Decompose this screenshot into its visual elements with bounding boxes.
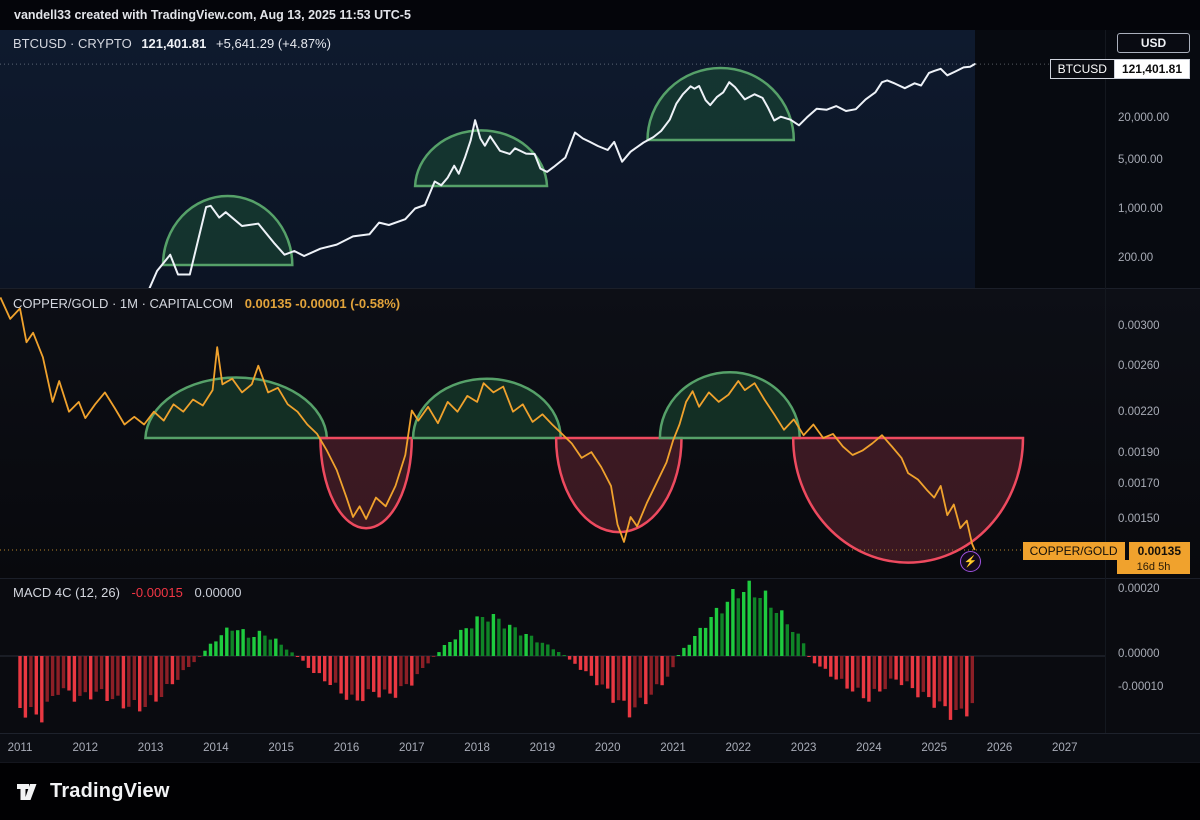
macd-title-label: MACD 4C (12, 26)	[13, 585, 120, 600]
btc-last-price: 121,401.81	[141, 36, 207, 51]
btc-last-price-label[interactable]: BTCUSD 121,401.81	[1049, 59, 1190, 79]
macd-histogram-canvas[interactable]	[0, 579, 1105, 734]
footer-bar: TradingView	[0, 762, 1200, 820]
time-axis-year-label: 2020	[594, 742, 621, 754]
copper-gold-label-value: 0.00135	[1128, 542, 1190, 560]
time-axis-year-label: 2015	[268, 742, 294, 754]
price-scale-tick: 0.00150	[1118, 512, 1160, 525]
time-axis-year-label: 2018	[464, 742, 490, 754]
time-axis-year-label: 2023	[790, 742, 817, 754]
time-axis-year-label: 2017	[399, 742, 425, 754]
price-scale-tick: 0.00260	[1118, 359, 1160, 372]
time-axis-year-label: 2025	[921, 742, 947, 754]
time-axis-year-label: 2024	[856, 742, 882, 754]
macd-pane: MACD 4C (12, 26) -0.00015 0.00000	[0, 578, 1200, 733]
watermark-attribution: vandell33 created with TradingView.com, …	[0, 0, 1200, 30]
time-axis-year-label: 2014	[203, 742, 229, 754]
time-axis-year-label: 2016	[333, 742, 360, 754]
time-axis-year-label: 2026	[986, 742, 1013, 754]
price-scale-tick: 0.00000	[1118, 648, 1160, 660]
time-axis-year-label: 2013	[137, 742, 164, 754]
price-scale-tick: 20,000.00	[1118, 111, 1170, 124]
price-scale-tick: 0.00190	[1118, 447, 1160, 459]
macd-price-scale[interactable]: 0.00020 0.00000 -0.00010	[1105, 578, 1200, 733]
time-axis-year-label: 2012	[72, 742, 99, 754]
lightning-glyph: ⚡	[963, 556, 978, 568]
time-axis-year-label: 2021	[660, 742, 686, 754]
btc-price-change: +5,641.29 (+4.87%)	[216, 36, 331, 51]
copper-gold-chart-canvas[interactable]	[0, 289, 1105, 579]
bar-countdown-timer: 16d 5h	[1117, 560, 1190, 574]
time-axis[interactable]: 2011 2012 2013 2014 2015 2016 2017 2018 2019 2020…	[0, 733, 1200, 762]
copper-gold-pane: COPPER/GOLD · 1M · CAPITALCOM 0.00135 -0…	[0, 288, 1200, 578]
tradingview-brand-text[interactable]: TradingView	[50, 780, 170, 803]
price-scale-tick: -0.00010	[1118, 680, 1164, 693]
currency-toggle-button[interactable]: USD	[1117, 33, 1190, 53]
tradingview-logo-icon[interactable]	[14, 778, 42, 806]
price-scale-tick: 0.00020	[1118, 583, 1160, 595]
time-axis-year-label: 2027	[1052, 742, 1078, 754]
btc-label-value: 121,401.81	[1113, 59, 1190, 79]
btc-legend[interactable]: BTCUSD · CRYPTO 121,401.81 +5,641.29 (+4…	[13, 36, 331, 51]
copper-gold-label-symbol: COPPER/GOLD	[1022, 542, 1125, 560]
copper-gold-legend[interactable]: COPPER/GOLD · 1M · CAPITALCOM 0.00135 -0…	[13, 296, 400, 311]
copper-gold-price-scale[interactable]: 0.00300 0.00260 0.00220 0.00190 0.00170 0.001…	[1105, 288, 1200, 578]
price-scale-tick: 0.00300	[1118, 320, 1160, 333]
btc-symbol-label: BTCUSD · CRYPTO	[13, 36, 132, 51]
lightning-marker-icon[interactable]: ⚡	[960, 551, 981, 572]
macd-value-negative: -0.00015	[131, 585, 183, 600]
copper-gold-last-price-label[interactable]: COPPER/GOLD 0.00135	[1022, 542, 1190, 560]
time-axis-year-label: 2022	[725, 742, 752, 754]
btc-label-symbol: BTCUSD	[1049, 59, 1114, 79]
copper-gold-symbol-label: COPPER/GOLD · 1M · CAPITALCOM	[13, 296, 234, 311]
price-scale-tick: 200.00	[1118, 251, 1154, 264]
price-scale-tick: 0.00170	[1118, 477, 1160, 490]
btc-price-chart-canvas[interactable]	[0, 30, 1105, 288]
macd-value-zero: 0.00000	[194, 585, 242, 600]
macd-legend[interactable]: MACD 4C (12, 26) -0.00015 0.00000	[13, 585, 242, 600]
time-axis-year-label: 2011	[7, 742, 33, 754]
btc-price-pane: BTCUSD · CRYPTO 121,401.81 +5,641.29 (+4…	[0, 30, 1200, 288]
copper-gold-values: 0.00135 -0.00001 (-0.58%)	[244, 296, 401, 311]
price-scale-tick: 0.00220	[1118, 406, 1160, 419]
tradingview-chart-window: vandell33 created with TradingView.com, …	[0, 0, 1200, 820]
price-scale-tick: 1,000.00	[1118, 203, 1163, 215]
price-scale-tick: 5,000.00	[1118, 154, 1163, 167]
time-axis-year-label: 2019	[529, 742, 556, 754]
